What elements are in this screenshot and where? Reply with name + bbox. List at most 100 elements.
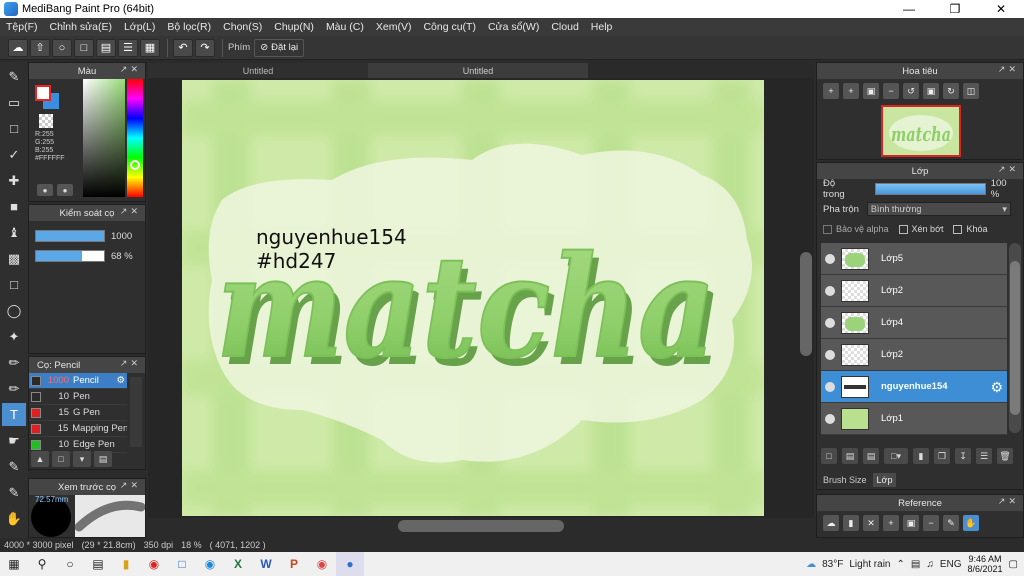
menu-help[interactable]: Help (591, 21, 613, 33)
minimize-button[interactable]: — (886, 0, 932, 18)
reference-eyedropper-icon[interactable]: ✎ (943, 515, 959, 531)
select-pen-icon[interactable]: ✏ (2, 351, 26, 374)
zoom-in-2-icon[interactable]: + (843, 83, 859, 99)
menu-snap[interactable]: Chụp(N) (274, 21, 314, 33)
folder-icon[interactable]: ▮ (913, 448, 929, 464)
add-layer-menu-icon[interactable]: □▾ (884, 448, 908, 464)
new-layer-icon[interactable]: □ (821, 448, 837, 464)
brush-tool-icon[interactable]: ✎ (2, 65, 26, 88)
reference-zoom-out-icon[interactable]: − (923, 515, 939, 531)
task-view-icon[interactable]: ○ (56, 552, 84, 576)
dot-tool-icon[interactable]: ✓ (2, 143, 26, 166)
menu-filter[interactable]: Bộ lọc(R) (167, 21, 211, 33)
volume-icon[interactable]: ♫ (926, 559, 934, 570)
fullscreen-icon[interactable]: ▣ (923, 83, 939, 99)
layer-list-thumb[interactable] (1010, 261, 1020, 415)
brush-size-track[interactable] (35, 230, 105, 242)
dropper-icon[interactable]: ✎ (2, 481, 26, 504)
gear-icon[interactable]: ⚙ (116, 375, 125, 386)
excel-icon[interactable]: X (224, 552, 252, 576)
palette-icon[interactable]: ● (37, 184, 53, 196)
layer-opacity-slider[interactable] (874, 183, 986, 195)
canvas-vertical-scrollbar[interactable] (800, 82, 812, 518)
hue-slider[interactable] (127, 79, 143, 197)
brush-menu-icon[interactable]: ▾ (73, 451, 91, 467)
layer-row[interactable]: Lớp1 (821, 403, 1007, 435)
clock[interactable]: 9:46 AM 8/6/2021 (968, 554, 1003, 574)
brush-size-slider[interactable]: 1000 (35, 229, 145, 243)
layer-blend-select[interactable]: Bình thường ▾ (866, 202, 1011, 216)
drawing-canvas[interactable]: nguyenhue154 #hd247 matcha matcha (182, 80, 764, 516)
close-button[interactable]: ✕ (978, 0, 1024, 18)
canvas-vertical-thumb[interactable] (800, 252, 812, 356)
reference-hand-icon[interactable]: ✋ (963, 515, 979, 531)
transparent-swatch[interactable] (39, 114, 53, 128)
canvas-horizontal-scrollbar[interactable] (148, 518, 814, 532)
layer-row[interactable]: Lớp2 (821, 275, 1007, 307)
medibang-taskbar-icon[interactable]: ● (336, 552, 364, 576)
brush-list-item[interactable]: 15 G Pen (29, 405, 127, 421)
duplicate-layer-icon[interactable]: ❐ (934, 448, 950, 464)
document-icon[interactable]: ▤ (96, 38, 116, 57)
brush-add-icon[interactable]: ▲ (31, 451, 49, 467)
cloud-icon[interactable]: ☁ (8, 38, 28, 57)
visibility-eye-icon[interactable] (825, 253, 835, 264)
search-icon[interactable]: ⚲ (28, 552, 56, 576)
reference-fit-icon[interactable]: ▣ (903, 515, 919, 531)
brush-opacity-slider[interactable]: 68 % (35, 249, 145, 263)
upload-icon[interactable]: ⇧ (30, 38, 50, 57)
menu-color[interactable]: Màu (C) (326, 21, 364, 33)
menu-cloud[interactable]: Cloud (551, 21, 578, 33)
chrome-icon[interactable]: ◉ (308, 552, 336, 576)
panel-controls-icon[interactable]: ↗✕ (120, 358, 141, 369)
tab-untitled-2[interactable]: Untitled (368, 63, 588, 78)
foreground-color-swatch[interactable] (35, 85, 51, 101)
rotate-right-icon[interactable]: ↻ (943, 83, 959, 99)
brush-settings-icon[interactable]: ▤ (94, 451, 112, 467)
reference-folder-icon[interactable]: ▮ (843, 515, 859, 531)
panel-controls-icon[interactable]: ↗✕ (120, 64, 141, 75)
tab-untitled-1[interactable]: Untitled (148, 63, 368, 78)
select-rect-icon[interactable]: □ (2, 273, 26, 296)
reference-zoom-in-icon[interactable]: + (883, 515, 899, 531)
undo-icon[interactable]: ↶ (173, 38, 193, 57)
rotate-left-icon[interactable]: ↺ (903, 83, 919, 99)
reset-button[interactable]: ⊘ Đặt lại (254, 38, 305, 57)
network-icon[interactable]: ▤ (911, 559, 920, 570)
select-eraser-icon[interactable]: ✏ (2, 377, 26, 400)
brush-list-item[interactable]: 10 Pen (29, 389, 127, 405)
visibility-eye-icon[interactable] (825, 349, 835, 360)
new-halftone-layer-icon[interactable]: ▤ (863, 448, 879, 464)
brush-list-item[interactable]: 1000 Pencil ⚙ (29, 373, 127, 389)
hand-tool-icon[interactable]: ✋ (2, 507, 26, 530)
grid-icon[interactable]: ▦ (140, 38, 160, 57)
zoom-in-icon[interactable]: + (823, 83, 839, 99)
merge-down-icon[interactable]: ↧ (955, 448, 971, 464)
eyedropper-icon[interactable]: ✎ (2, 455, 26, 478)
redo-icon[interactable]: ↷ (195, 38, 215, 57)
visibility-eye-icon[interactable] (825, 317, 835, 328)
layer-row[interactable]: Lớp2 (821, 339, 1007, 371)
app-icon-red[interactable]: ◉ (140, 552, 168, 576)
canvas-area[interactable]: nguyenhue154 #hd247 matcha matcha (148, 78, 814, 532)
new-color-layer-icon[interactable]: ▤ (842, 448, 858, 464)
text-tool-icon[interactable]: T (2, 403, 26, 426)
brush-list-item[interactable]: 15 Mapping Pen (29, 421, 127, 437)
gear-icon[interactable]: ⚙ (990, 379, 1003, 396)
hue-knob[interactable] (130, 160, 140, 170)
panel-controls-icon[interactable]: ↗✕ (998, 64, 1019, 75)
brush-copy-icon[interactable]: □ (52, 451, 70, 467)
file-explorer-icon[interactable]: ▮ (112, 552, 140, 576)
flip-icon[interactable]: ◫ (963, 83, 979, 99)
menu-tools[interactable]: Công cụ(T) (423, 21, 476, 33)
clipping-checkbox[interactable]: Xén bớt (898, 224, 943, 234)
lasso-tool-icon[interactable]: ◯ (2, 299, 26, 322)
menu-window[interactable]: Cửa sổ(W) (488, 21, 539, 33)
menu-layer[interactable]: Lớp(L) (124, 21, 155, 33)
edge-browser-icon[interactable]: ◉ (196, 552, 224, 576)
magic-wand-icon[interactable]: ✦ (2, 325, 26, 348)
delete-layer-icon[interactable]: 🗑 (997, 448, 1013, 464)
visibility-eye-icon[interactable] (825, 413, 835, 424)
operation-tool-icon[interactable]: ☛ (2, 429, 26, 452)
menu-edit[interactable]: Chỉnh sửa(E) (50, 21, 112, 33)
